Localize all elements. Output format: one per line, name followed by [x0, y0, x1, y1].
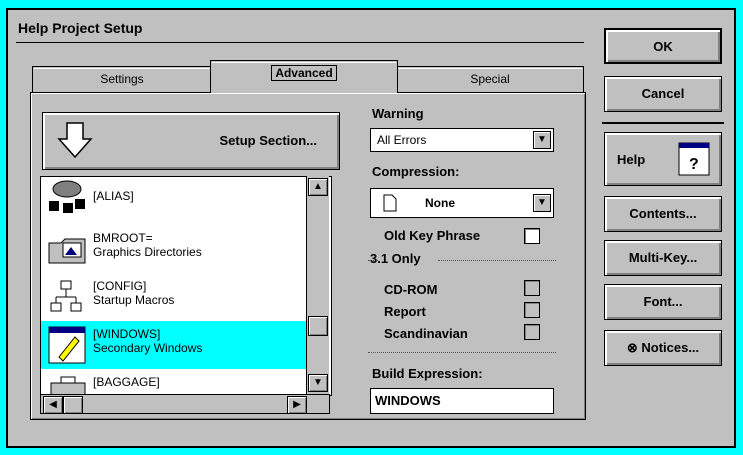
tab-settings-label: Settings — [100, 72, 144, 86]
warning-select[interactable]: All Errors ▼ — [370, 128, 554, 152]
group-border-bottom — [368, 352, 556, 354]
scroll-thumb[interactable] — [308, 316, 328, 336]
scroll-left-button[interactable]: ◀ — [43, 396, 63, 414]
cd-rom-label: CD-ROM — [384, 282, 438, 297]
setup-section-button[interactable]: Setup Section... — [42, 112, 340, 170]
warning-label: Warning — [372, 106, 424, 121]
hscroll-thumb[interactable] — [63, 396, 83, 414]
list-vertical-scrollbar[interactable]: ▲ ▼ — [306, 176, 329, 394]
alias-label: [ALIAS] — [93, 189, 134, 203]
config-desc: Startup Macros — [93, 293, 175, 307]
notices-label: Notices... — [641, 340, 700, 355]
setup-section-label: Setup Section... — [219, 133, 317, 148]
compression-label: Compression: — [372, 164, 460, 179]
chevron-down-icon[interactable]: ▼ — [533, 131, 551, 149]
config-tree-icon — [50, 280, 82, 312]
dialog-title: Help Project Setup — [18, 20, 143, 36]
build-expression-input[interactable]: WINDOWS — [370, 388, 554, 414]
bmroot-desc: Graphics Directories — [93, 245, 202, 259]
down-arrow-icon — [57, 122, 93, 159]
ok-button[interactable]: OK — [604, 28, 722, 64]
alias-icon — [49, 180, 85, 213]
group-3-1-label: 3.1 Only — [370, 251, 421, 266]
section-list[interactable]: [ALIAS] BMROOT= Graphics Directories [CON… — [40, 176, 332, 396]
scandinavian-label: Scandinavian — [384, 326, 468, 341]
help-label: Help — [617, 152, 646, 167]
scroll-right-button[interactable]: ▶ — [287, 396, 307, 414]
old-key-phrase-label: Old Key Phrase — [384, 228, 481, 243]
svg-text:?: ? — [689, 156, 699, 173]
notices-icon: ⊗ — [626, 340, 642, 355]
scandinavian-checkbox[interactable] — [524, 324, 540, 340]
chevron-down-icon[interactable]: ▼ — [533, 194, 551, 212]
multi-key-button[interactable]: Multi-Key... — [604, 240, 722, 276]
tab-advanced-label: Advanced — [271, 65, 337, 81]
tab-special-label: Special — [470, 72, 510, 86]
scroll-up-button[interactable]: ▲ — [308, 178, 328, 196]
list-item-windows[interactable]: [WINDOWS] Secondary Windows — [41, 321, 307, 369]
compression-select[interactable]: None ▼ — [370, 188, 554, 218]
tab-advanced[interactable]: Advanced — [210, 60, 398, 93]
contents-button[interactable]: Contents... — [604, 196, 722, 232]
config-label: [CONFIG] — [93, 279, 147, 293]
group-border-right — [438, 260, 556, 262]
cancel-button[interactable]: Cancel — [604, 76, 722, 112]
list-horizontal-scrollbar[interactable]: ◀ ▶ — [40, 394, 330, 414]
window-pen-icon — [48, 326, 86, 364]
report-checkbox[interactable] — [524, 302, 540, 318]
baggage-icon — [50, 376, 86, 395]
baggage-label: [BAGGAGE] — [93, 375, 160, 389]
list-item-bmroot[interactable]: BMROOT= Graphics Directories — [41, 225, 307, 273]
build-expression-label: Build Expression: — [372, 366, 483, 381]
cd-rom-checkbox[interactable] — [524, 280, 540, 296]
windows-label: [WINDOWS] — [93, 327, 161, 341]
help-book-icon: ? — [678, 142, 710, 176]
graphics-folder-icon — [48, 238, 86, 264]
report-label: Report — [384, 304, 426, 319]
help-button[interactable]: Help ? — [604, 132, 722, 186]
list-item-baggage[interactable]: [BAGGAGE] — [41, 371, 307, 395]
old-key-phrase-checkbox[interactable] — [524, 228, 540, 244]
windows-desc: Secondary Windows — [93, 341, 203, 355]
warning-value: All Errors — [377, 133, 427, 147]
font-button[interactable]: Font... — [604, 284, 722, 320]
title-divider — [16, 42, 584, 43]
tab-special[interactable]: Special — [396, 66, 584, 92]
scroll-down-button[interactable]: ▼ — [308, 374, 328, 392]
notices-button[interactable]: ⊗ Notices... — [604, 330, 722, 366]
bmroot-label: BMROOT= — [93, 231, 153, 245]
compression-value: None — [425, 196, 455, 210]
tab-settings[interactable]: Settings — [32, 66, 212, 92]
button-separator — [602, 122, 724, 124]
list-item-alias[interactable]: [ALIAS] — [41, 177, 307, 221]
document-icon — [383, 194, 397, 212]
list-item-config[interactable]: [CONFIG] Startup Macros — [41, 273, 307, 321]
